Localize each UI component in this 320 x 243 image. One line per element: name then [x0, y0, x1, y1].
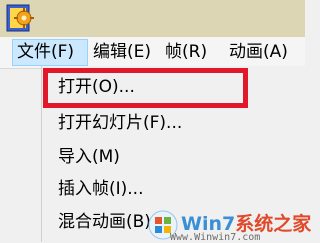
menu-file[interactable]: 文件(F): [12, 39, 88, 66]
menu-edit[interactable]: 编辑(E): [88, 39, 160, 66]
highlight-annotation: [43, 68, 248, 108]
menu-item-import[interactable]: 导入(M): [58, 143, 120, 171]
app-icon[interactable]: [4, 2, 36, 34]
menu-item-insert-frame[interactable]: 插入帧(I)...: [58, 175, 144, 203]
menu-item-open-slideshow[interactable]: 打开幻灯片(F)...: [58, 109, 182, 137]
title-bar: [0, 0, 305, 37]
menu-bar: 文件(F) 编辑(E) 帧(R) 动画(A): [0, 37, 305, 69]
watermark: Win7系统之家 Www.Winwin7.com: [148, 208, 311, 243]
menu-animation[interactable]: 动画(A): [224, 39, 305, 66]
menu-frame[interactable]: 帧(R): [160, 39, 220, 66]
watermark-url: Www.Winwin7.com: [170, 232, 261, 243]
